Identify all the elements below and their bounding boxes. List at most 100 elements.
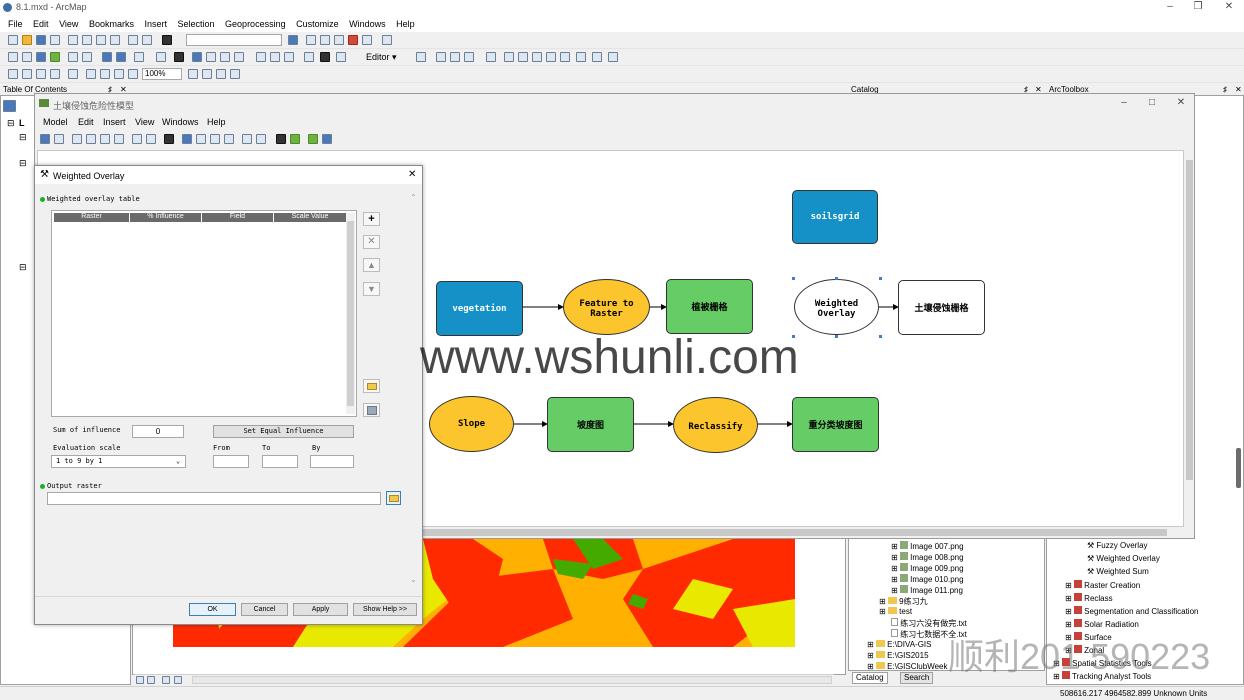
zoom-whole-page-icon[interactable] bbox=[50, 69, 60, 79]
set-equal-influence-button[interactable]: Set Equal Influence bbox=[213, 425, 354, 438]
selection-handle[interactable] bbox=[879, 335, 882, 338]
toc-expander-3[interactable]: ⊟ bbox=[19, 262, 27, 273]
mb-full-extent-icon[interactable] bbox=[196, 134, 206, 144]
menu-selection[interactable]: Selection bbox=[178, 19, 215, 29]
mb-pan-icon[interactable] bbox=[256, 134, 266, 144]
menu-windows[interactable]: Windows bbox=[349, 19, 386, 29]
evaluation-scale-select[interactable]: 1 to 9 by 1 ⌄ bbox=[51, 455, 186, 468]
desktop-scroll-indicator[interactable] bbox=[1236, 448, 1241, 488]
find-icon[interactable] bbox=[256, 52, 266, 62]
editor-toolbar-icon[interactable] bbox=[288, 35, 298, 45]
toc-layers-label[interactable]: L bbox=[19, 118, 25, 128]
go-back-layout-icon[interactable] bbox=[114, 69, 124, 79]
layout-view-icon[interactable] bbox=[147, 676, 155, 684]
paste-icon[interactable] bbox=[96, 35, 106, 45]
model-vertical-scrollbar[interactable] bbox=[1185, 150, 1194, 527]
selection-handle[interactable] bbox=[879, 277, 882, 280]
mb-select-icon[interactable] bbox=[276, 134, 286, 144]
back-extent-icon[interactable] bbox=[102, 52, 112, 62]
swipe-icon[interactable] bbox=[336, 52, 346, 62]
toolbox-reclass[interactable]: ⊞ Reclass bbox=[1065, 593, 1113, 603]
menu-geoprocessing[interactable]: Geoprocessing bbox=[225, 19, 286, 29]
mb-zoom-100-icon[interactable] bbox=[224, 134, 234, 144]
attributes-icon[interactable] bbox=[576, 52, 586, 62]
zoom-out-icon[interactable] bbox=[22, 52, 32, 62]
save-icon[interactable] bbox=[36, 35, 46, 45]
catalog-item-image007[interactable]: ⊞ Image 007.png bbox=[891, 541, 964, 551]
remove-raster-button[interactable]: ✕ bbox=[363, 235, 380, 249]
mb-validate-icon[interactable] bbox=[308, 134, 318, 144]
layout-zoom-out-icon[interactable] bbox=[22, 69, 32, 79]
layout-pan-icon[interactable] bbox=[36, 69, 46, 79]
catalog-item-image011[interactable]: ⊞ Image 011.png bbox=[891, 585, 963, 595]
arctoolbox-close-icon[interactable]: ✕ bbox=[1235, 85, 1242, 95]
straight-segment-icon[interactable] bbox=[436, 52, 446, 62]
data-view-icon[interactable] bbox=[136, 676, 144, 684]
close-icon[interactable]: ✕ bbox=[1222, 1, 1236, 13]
node-reclassify[interactable]: Reclassify bbox=[673, 397, 758, 453]
mb-paste-icon[interactable] bbox=[100, 134, 110, 144]
time-slider-icon[interactable] bbox=[304, 52, 314, 62]
table-vscroll-thumb[interactable] bbox=[347, 221, 354, 406]
toc-expander-1[interactable]: ⊟ bbox=[19, 132, 27, 143]
menu-view[interactable]: View bbox=[59, 19, 78, 29]
chevron-down-icon[interactable]: ⌄ bbox=[410, 575, 417, 584]
node-reclassified-slope[interactable]: 重分类坡度图 bbox=[792, 397, 879, 452]
end-point-arc-icon[interactable] bbox=[450, 52, 460, 62]
list-by-drawing-order-icon[interactable] bbox=[3, 100, 16, 112]
move-down-button[interactable]: ▼ bbox=[363, 282, 380, 296]
html-popup-icon[interactable] bbox=[220, 52, 230, 62]
mb-delete-icon[interactable] bbox=[114, 134, 124, 144]
catalog-tab[interactable]: Catalog bbox=[852, 672, 888, 684]
selection-handle[interactable] bbox=[835, 277, 838, 280]
show-help-button[interactable]: Show Help >> bbox=[353, 603, 417, 616]
select-features-icon[interactable] bbox=[134, 52, 144, 62]
catalog-item-diva-gis[interactable]: ⊞ E:\DIVA-GIS bbox=[867, 640, 931, 649]
toc-expander-2[interactable]: ⊟ bbox=[19, 158, 27, 169]
catalog-item-image008[interactable]: ⊞ Image 008.png bbox=[891, 552, 964, 562]
by-field[interactable] bbox=[310, 455, 354, 468]
map-horizontal-scrollbar[interactable] bbox=[192, 676, 832, 684]
redo-icon[interactable] bbox=[142, 35, 152, 45]
mb-fixed-zoom-icon[interactable] bbox=[210, 134, 220, 144]
point-icon[interactable] bbox=[486, 52, 496, 62]
data-driven-pages-icon[interactable] bbox=[230, 69, 240, 79]
open-icon[interactable] bbox=[22, 35, 32, 45]
identify-icon[interactable] bbox=[192, 52, 202, 62]
reshape-icon[interactable] bbox=[518, 52, 528, 62]
menu-insert[interactable]: Insert bbox=[144, 19, 167, 29]
open-table-button[interactable] bbox=[363, 379, 380, 393]
mb-save-icon[interactable] bbox=[40, 134, 50, 144]
apply-button[interactable]: Apply bbox=[293, 603, 348, 616]
dialog-close-icon[interactable]: ✕ bbox=[408, 169, 416, 180]
catalog-window-icon[interactable] bbox=[320, 35, 330, 45]
node-weighted-overlay[interactable]: Weighted Overlay bbox=[794, 279, 879, 335]
cancel-button[interactable]: Cancel bbox=[241, 603, 288, 616]
restore-icon[interactable]: ❐ bbox=[1191, 1, 1205, 13]
mb-auto-layout-icon[interactable] bbox=[182, 134, 192, 144]
chevron-up-icon[interactable]: ⌃ bbox=[410, 193, 417, 202]
search-window-icon[interactable] bbox=[334, 35, 344, 45]
add-raster-button[interactable]: + bbox=[363, 212, 380, 226]
delete-icon[interactable] bbox=[110, 35, 120, 45]
fixed-zoom-out-layout-icon[interactable] bbox=[100, 69, 110, 79]
split-icon[interactable] bbox=[546, 52, 556, 62]
modelbuilder-icon[interactable] bbox=[382, 35, 392, 45]
mb-run-icon[interactable] bbox=[322, 134, 332, 144]
catalog-item-folder-test[interactable]: ⊞ test bbox=[879, 607, 912, 616]
edit-vertices-icon[interactable] bbox=[504, 52, 514, 62]
zoom-in-icon[interactable] bbox=[8, 52, 18, 62]
python-window-icon[interactable] bbox=[362, 35, 372, 45]
node-slope-map[interactable]: 坡度图 bbox=[547, 397, 634, 452]
save-table-button[interactable] bbox=[363, 403, 380, 417]
edit-tool-icon[interactable] bbox=[416, 52, 426, 62]
hyperlink-icon[interactable] bbox=[206, 52, 216, 62]
catalog-item-image009[interactable]: ⊞ Image 009.png bbox=[891, 563, 964, 573]
scale-combo[interactable] bbox=[186, 34, 282, 46]
toolbox-weighted-overlay[interactable]: ⚒ Weighted Overlay bbox=[1087, 554, 1160, 563]
mb-redo-icon[interactable] bbox=[146, 134, 156, 144]
toolbox-weighted-sum[interactable]: ⚒ Weighted Sum bbox=[1087, 567, 1149, 576]
node-soilsgrid[interactable]: soilsgrid bbox=[792, 190, 878, 244]
menu-help[interactable]: Help bbox=[396, 19, 415, 29]
toolbox-fuzzy-overlay[interactable]: ⚒ Fuzzy Overlay bbox=[1087, 541, 1148, 550]
